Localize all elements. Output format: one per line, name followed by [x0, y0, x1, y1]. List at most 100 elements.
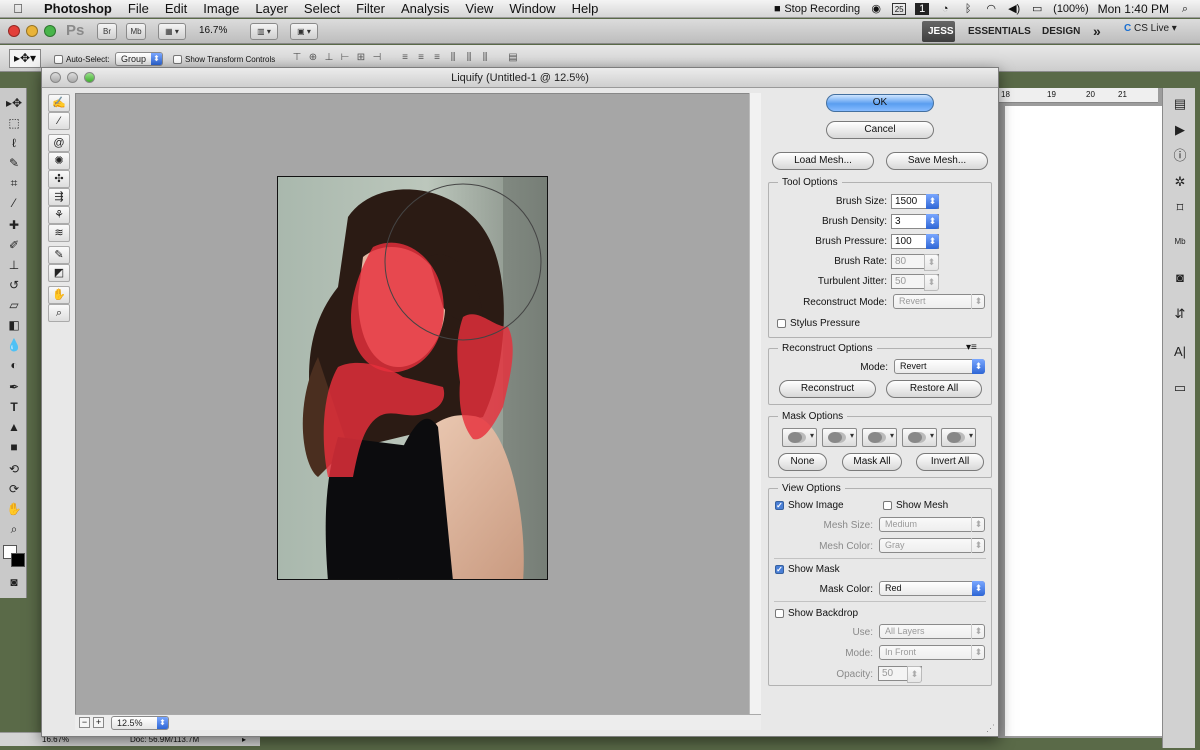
- mini-bridge-button[interactable]: Mb: [126, 23, 146, 40]
- pen-tool-button[interactable]: ✒: [4, 378, 24, 396]
- mesh-color-dropdown[interactable]: Gray: [879, 538, 985, 553]
- volume-icon[interactable]: ◀): [1007, 3, 1021, 15]
- show-mesh-option[interactable]: Show Mesh: [883, 500, 948, 511]
- lasso-tool-button[interactable]: ℓ: [4, 134, 24, 152]
- auto-align-icon[interactable]: ▤: [506, 51, 520, 65]
- quick-mask-button[interactable]: ◙: [4, 573, 24, 591]
- reconstruct-options-menu-icon[interactable]: ▾≡: [966, 342, 977, 353]
- wifi-icon[interactable]: ◠: [984, 3, 998, 15]
- minimize-window-button[interactable]: [26, 25, 38, 37]
- zoom-tool-button[interactable]: ⌕: [4, 520, 24, 538]
- opacity-field[interactable]: 50: [878, 666, 922, 683]
- brush-density-field[interactable]: 3: [891, 214, 939, 229]
- save-mesh-button[interactable]: Save Mesh...: [886, 152, 988, 170]
- backdrop-mode-dropdown[interactable]: In Front: [879, 645, 985, 660]
- brush-panel-icon[interactable]: ⇵: [1170, 304, 1190, 324]
- menu-clock[interactable]: Mon 1:40 PM: [1098, 2, 1169, 16]
- brush-pressure-field[interactable]: 100: [891, 234, 939, 249]
- distribute-top-icon[interactable]: ≡: [398, 51, 412, 65]
- mirror-tool[interactable]: ⚘: [48, 206, 70, 224]
- history-panel-icon[interactable]: ▤: [1170, 94, 1190, 114]
- zoom-level-dropdown[interactable]: 12.5%: [111, 716, 169, 730]
- load-mesh-button[interactable]: Load Mesh...: [772, 152, 874, 170]
- shape-tool-button[interactable]: ■: [4, 438, 24, 456]
- align-left-icon[interactable]: ⊢: [338, 51, 352, 65]
- transform-panel-icon[interactable]: ⌑: [1170, 198, 1190, 218]
- time-machine-icon[interactable]: ◔: [938, 3, 952, 15]
- menu-analysis[interactable]: Analysis: [393, 0, 457, 18]
- dialog-zoom-button[interactable]: [84, 72, 95, 83]
- bluetooth-icon[interactable]: ᛒ: [961, 3, 975, 15]
- healing-brush-tool-button[interactable]: ✚: [4, 216, 24, 234]
- auto-select-dropdown[interactable]: Group: [115, 52, 163, 66]
- eraser-tool-button[interactable]: ▱: [4, 296, 24, 314]
- turbulence-tool[interactable]: ≋: [48, 224, 70, 242]
- stylus-pressure-option[interactable]: Stylus Pressure: [777, 318, 860, 329]
- menu-layer[interactable]: Layer: [247, 0, 296, 18]
- menu-window[interactable]: Window: [501, 0, 563, 18]
- more-workspaces-button[interactable]: »: [1087, 21, 1107, 42]
- background-color-swatch[interactable]: [11, 553, 25, 567]
- resize-grip-icon[interactable]: ⋰: [986, 723, 995, 734]
- 3d-orbit-tool-button[interactable]: ⟳: [4, 480, 24, 498]
- workspace-design[interactable]: DESIGN: [1036, 21, 1086, 42]
- reconstruct-mode-dropdown[interactable]: Revert: [893, 294, 985, 309]
- brush-rate-field[interactable]: 80: [891, 254, 939, 271]
- distribute-vcenter-icon[interactable]: ≡: [414, 51, 428, 65]
- zoom-in-button[interactable]: +: [93, 717, 104, 728]
- workspace-jess[interactable]: JESS: [922, 21, 955, 42]
- move-tool-icon[interactable]: ▸✥▾: [9, 49, 41, 68]
- menu-filter[interactable]: Filter: [348, 0, 393, 18]
- dialog-minimize-button[interactable]: [67, 72, 78, 83]
- twirl-clockwise-tool[interactable]: @: [48, 134, 70, 152]
- close-window-button[interactable]: [8, 25, 20, 37]
- push-left-tool[interactable]: ⇶: [48, 188, 70, 206]
- navigator-panel-icon[interactable]: ✲: [1170, 172, 1190, 192]
- reconstruct-button[interactable]: Reconstruct: [779, 380, 876, 398]
- menu-image[interactable]: Image: [195, 0, 247, 18]
- apple-menu-icon[interactable]: : [0, 1, 36, 16]
- move-tool-button[interactable]: ▸✥: [4, 94, 24, 112]
- photo-preview[interactable]: [277, 176, 548, 580]
- marquee-tool-button[interactable]: ⬚: [4, 114, 24, 132]
- ok-button[interactable]: OK: [826, 94, 934, 112]
- 3d-rotate-tool-button[interactable]: ⟲: [4, 460, 24, 478]
- auto-select-checkbox[interactable]: [54, 55, 63, 64]
- brush-tool-button[interactable]: ✐: [4, 236, 24, 254]
- bloat-tool[interactable]: ✣: [48, 170, 70, 188]
- zoom-tool[interactable]: ⌕: [48, 304, 70, 322]
- bridge-button[interactable]: Br: [97, 23, 117, 40]
- spotlight-search-icon[interactable]: ⌕: [1178, 3, 1192, 15]
- dropbox-icon[interactable]: 1: [915, 3, 930, 15]
- calendar-icon[interactable]: 25: [892, 3, 907, 15]
- mini-bridge-panel-icon[interactable]: Mb: [1170, 232, 1190, 252]
- pucker-tool[interactable]: ✺: [48, 152, 70, 170]
- menu-file[interactable]: File: [120, 0, 157, 18]
- animation-panel-icon[interactable]: ▭: [1170, 378, 1190, 398]
- screen-mode-button[interactable]: ▣ ▾: [290, 23, 318, 40]
- hand-tool[interactable]: ✋: [48, 286, 70, 304]
- reconstruct-tool[interactable]: ⁄: [48, 112, 70, 130]
- character-panel-icon[interactable]: A|: [1170, 342, 1190, 362]
- workspace-essentials[interactable]: ESSENTIALS: [962, 21, 1037, 42]
- show-image-checkbox[interactable]: [775, 501, 784, 510]
- mask-none-button[interactable]: None: [778, 453, 827, 471]
- show-image-option[interactable]: Show Image: [775, 500, 844, 511]
- brush-size-field[interactable]: 1500: [891, 194, 939, 209]
- zoom-level[interactable]: 16.7%: [199, 25, 227, 36]
- subtract-from-selection-mask-icon[interactable]: [862, 428, 897, 447]
- blur-tool-button[interactable]: 💧: [4, 336, 24, 354]
- mask-all-button[interactable]: Mask All: [842, 453, 902, 471]
- type-tool-button[interactable]: T: [4, 398, 24, 416]
- zoom-out-button[interactable]: −: [79, 717, 90, 728]
- battery-icon[interactable]: ▭: [1030, 3, 1044, 15]
- distribute-left-icon[interactable]: ⫼: [446, 51, 460, 65]
- zoom-window-button[interactable]: [44, 25, 56, 37]
- show-transform-checkbox[interactable]: [173, 55, 182, 64]
- show-mask-option[interactable]: Show Mask: [775, 564, 840, 575]
- show-backdrop-checkbox[interactable]: [775, 609, 784, 618]
- align-right-icon[interactable]: ⊣: [370, 51, 384, 65]
- invert-all-button[interactable]: Invert All: [916, 453, 984, 471]
- crop-tool-button[interactable]: ⌗: [4, 174, 24, 192]
- align-top-icon[interactable]: ⊤: [290, 51, 304, 65]
